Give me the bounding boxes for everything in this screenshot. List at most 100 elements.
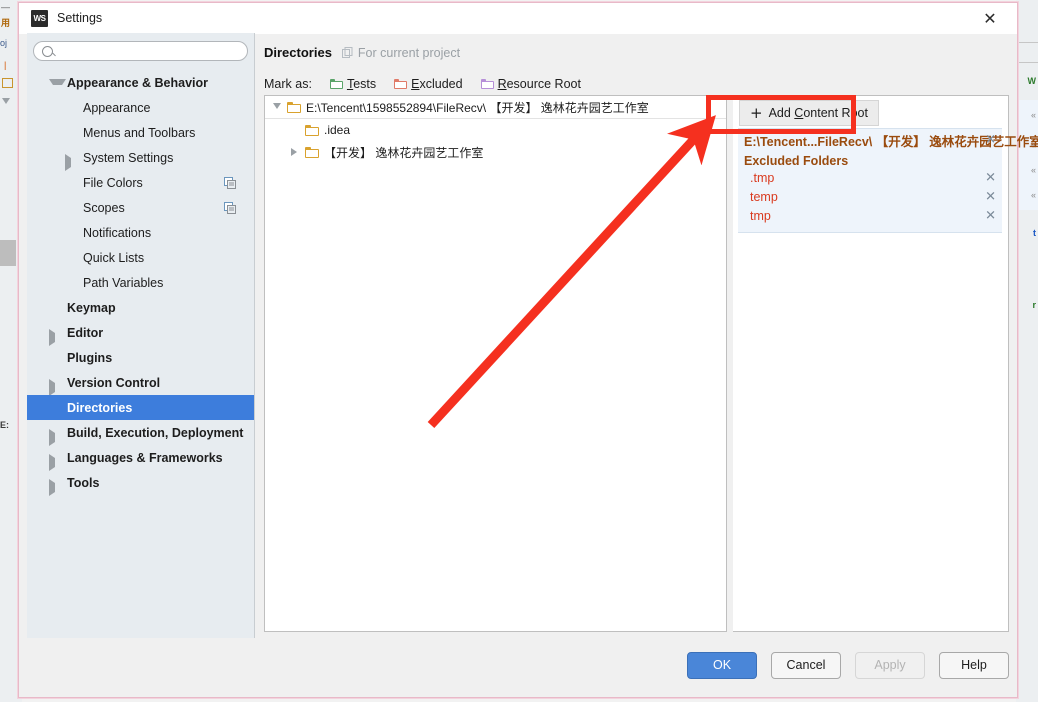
folder-icon: [305, 146, 319, 158]
chevron-down-icon[interactable]: [49, 79, 66, 94]
folder-icon: [305, 124, 319, 136]
sidebar-item-label: Tools: [67, 475, 100, 490]
ide-right-divider-1: [1016, 42, 1038, 43]
remove-content-root-icon[interactable]: ✕: [985, 133, 996, 148]
sidebar-item-label: Menus and Toolbars: [83, 125, 196, 140]
sidebar-item-editor[interactable]: Editor: [27, 320, 254, 346]
mark-as-label-text: Excluded: [411, 77, 463, 91]
sidebar-item-label: Editor: [67, 325, 104, 340]
ide-right-chevron-4: «: [1030, 190, 1036, 200]
help-button[interactable]: Help: [939, 651, 1009, 679]
sidebar-item-notifications[interactable]: Notifications: [27, 220, 254, 245]
mark-as-label-text: Resource Root: [497, 77, 581, 91]
ide-left-fragment-2: 用: [1, 18, 11, 28]
remove-excluded-folder-icon[interactable]: ✕: [985, 189, 996, 204]
webstorm-app-icon: WS: [31, 9, 48, 27]
apply-button: Apply: [855, 651, 925, 679]
sidebar-item-path-variables[interactable]: Path Variables: [27, 270, 254, 295]
excluded-folder-row[interactable]: temp ✕: [738, 187, 1002, 206]
sidebar-item-build-execution-deployment[interactable]: Build, Execution, Deployment: [27, 420, 254, 446]
sidebar-item-label: Version Control: [67, 375, 161, 390]
settings-dialog: WS Settings ✕ Appearance & Behavior Appea…: [18, 2, 1038, 698]
sidebar-item-tools[interactable]: Tools: [27, 470, 254, 496]
sidebar-item-label: Notifications: [83, 225, 152, 240]
sidebar-item-label: Directories: [67, 400, 133, 415]
chevron-right-icon[interactable]: [49, 454, 64, 471]
mark-as-label: Mark as:: [264, 77, 312, 91]
content-root-header: E:\Tencent...FileRecv\ 【开发】 逸林花卉园艺工作室 ✕: [738, 129, 1038, 151]
ide-left-fragment-4: |: [4, 60, 7, 70]
sidebar-item-label: Appearance: [83, 100, 151, 115]
mark-as-toolbar: Mark as: Tests Excluded Resource Root: [264, 77, 581, 91]
cancel-button[interactable]: Cancel: [771, 651, 841, 679]
directory-tree-row[interactable]: E:\Tencent\1598552894\FileRecv\ 【开发】 逸林花…: [265, 96, 726, 119]
sidebar-item-label: Scopes: [83, 200, 125, 215]
settings-sidebar: Appearance & Behavior Appearance Menus and…: [27, 33, 255, 638]
sidebar-item-label: Path Variables: [83, 275, 164, 290]
directory-tree-label: 【开发】 逸林花卉园艺工作室: [324, 145, 484, 160]
ide-right-fragment-3: r: [1032, 300, 1036, 310]
excluded-folders-header: Excluded Folders: [744, 154, 849, 168]
sidebar-item-appearance[interactable]: Appearance: [27, 95, 254, 120]
remove-excluded-folder-icon[interactable]: ✕: [985, 170, 996, 185]
excluded-folder-row[interactable]: tmp ✕: [738, 206, 1002, 225]
sidebar-item-label: File Colors: [83, 175, 143, 190]
dialog-titlebar: WS Settings ✕: [19, 3, 1017, 34]
ide-right-fragment-2: t: [1033, 228, 1036, 238]
excluded-folder-row[interactable]: .tmp ✕: [738, 168, 1002, 187]
dialog-button-bar: OK Cancel Apply Help: [27, 641, 1009, 689]
dialog-title: Settings: [57, 11, 103, 25]
remove-excluded-folder-icon[interactable]: ✕: [985, 208, 996, 223]
sidebar-item-appearance-behavior[interactable]: Appearance & Behavior: [27, 70, 254, 95]
content-root-card: E:\Tencent...FileRecv\ 【开发】 逸林花卉园艺工作室 ✕ …: [738, 128, 1038, 233]
sidebar-item-plugins[interactable]: Plugins: [27, 345, 254, 370]
sidebar-item-menus-and-toolbars[interactable]: Menus and Toolbars: [27, 120, 254, 145]
search-box[interactable]: [33, 41, 248, 61]
directory-tree-label: .idea: [324, 123, 351, 137]
sidebar-item-quick-lists[interactable]: Quick Lists: [27, 245, 254, 270]
scope-label: For current project: [357, 45, 461, 60]
sidebar-item-scopes[interactable]: Scopes: [27, 195, 254, 220]
mark-as-resource-root[interactable]: Resource Root: [480, 77, 581, 91]
ok-button[interactable]: OK: [687, 651, 757, 679]
mark-as-tests[interactable]: Tests: [329, 77, 376, 91]
excluded-folder-name: .tmp: [750, 170, 775, 185]
sidebar-item-system-settings[interactable]: System Settings: [27, 145, 254, 171]
directory-tree-row[interactable]: .idea: [265, 119, 726, 141]
sidebar-item-label: Languages & Frameworks: [67, 450, 223, 465]
folder-icon: [480, 79, 494, 89]
ide-left-folder-icon: [2, 78, 13, 88]
plus-icon: +: [750, 103, 763, 122]
chevron-down-icon[interactable]: [273, 103, 281, 109]
page-title: Directories: [264, 45, 332, 60]
sidebar-item-keymap[interactable]: Keymap: [27, 295, 254, 320]
ide-left-tool-tab[interactable]: [0, 240, 16, 266]
chevron-right-icon[interactable]: [291, 148, 297, 156]
close-icon[interactable]: ✕: [973, 3, 1007, 33]
mark-as-excluded[interactable]: Excluded: [394, 77, 463, 91]
directory-tree-label: E:\Tencent\1598552894\FileRecv\ 【开发】 逸林花…: [306, 100, 649, 115]
sidebar-item-directories[interactable]: Directories: [27, 395, 254, 420]
sidebar-item-version-control[interactable]: Version Control: [27, 370, 254, 396]
chevron-right-icon[interactable]: [65, 154, 80, 171]
chevron-right-icon[interactable]: [49, 429, 64, 446]
main-header: Directories For current project: [264, 45, 460, 60]
add-content-root-label: Add Content Root: [768, 106, 868, 120]
excluded-folders-list: .tmp ✕ temp ✕ tmp ✕: [738, 168, 1002, 225]
add-content-root-button[interactable]: + Add Content Root: [739, 100, 879, 126]
chevron-right-icon[interactable]: [49, 329, 64, 346]
content-roots-panel: + Add Content Root E:\Tencent...FileRecv…: [733, 95, 1038, 632]
copy-scope-icon[interactable]: [224, 201, 236, 214]
sidebar-item-label: Keymap: [67, 300, 116, 315]
search-input[interactable]: [58, 42, 239, 60]
sidebar-item-file-colors[interactable]: File Colors: [27, 170, 254, 195]
copy-scope-icon[interactable]: [224, 176, 236, 189]
project-scope-icon: [341, 47, 353, 58]
directory-tree-panel[interactable]: E:\Tencent\1598552894\FileRecv\ 【开发】 逸林花…: [264, 95, 727, 632]
sidebar-item-languages-frameworks[interactable]: Languages & Frameworks: [27, 445, 254, 471]
excluded-folder-name: temp: [750, 189, 778, 204]
dialog-body: Appearance & Behavior Appearance Menus and…: [19, 33, 1038, 697]
chevron-right-icon[interactable]: [49, 479, 64, 496]
chevron-right-icon[interactable]: [49, 379, 64, 396]
directory-tree-row[interactable]: 【开发】 逸林花卉园艺工作室: [265, 141, 726, 163]
